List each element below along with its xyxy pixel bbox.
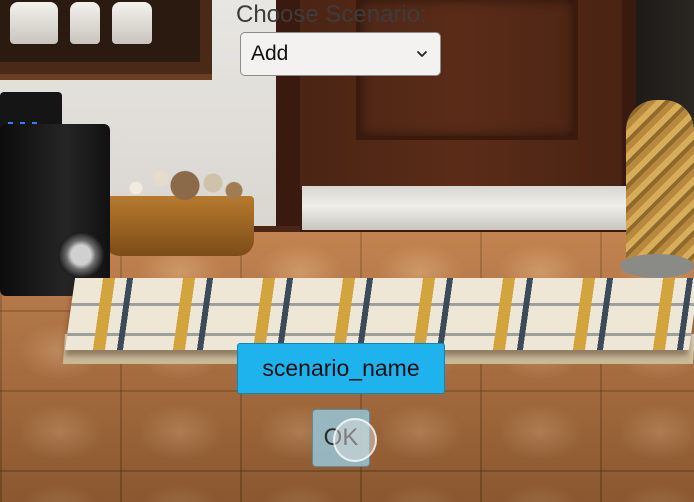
dried-flowers — [108, 158, 248, 208]
scenario-dropdown[interactable]: Add — [240, 32, 441, 76]
patterned-rug — [64, 278, 694, 350]
figurine — [10, 2, 58, 44]
chevron-down-icon — [414, 46, 430, 62]
marble-threshold — [302, 186, 626, 230]
scenario-name-button[interactable]: scenario_name — [237, 343, 445, 394]
wall-shelf — [0, 0, 212, 80]
stand-base — [620, 254, 694, 278]
brass-umbrella-stand — [626, 100, 694, 270]
scenario-dropdown-value: Add — [251, 42, 289, 65]
speaker-woofer — [58, 232, 104, 278]
figurine — [70, 2, 100, 44]
ar-camera-screen: Choose Scenario: Add scenario_name OK — [0, 0, 694, 502]
choose-scenario-label: Choose Scenario: — [236, 1, 427, 28]
figurine — [112, 2, 152, 44]
ok-button[interactable]: OK — [312, 409, 370, 467]
